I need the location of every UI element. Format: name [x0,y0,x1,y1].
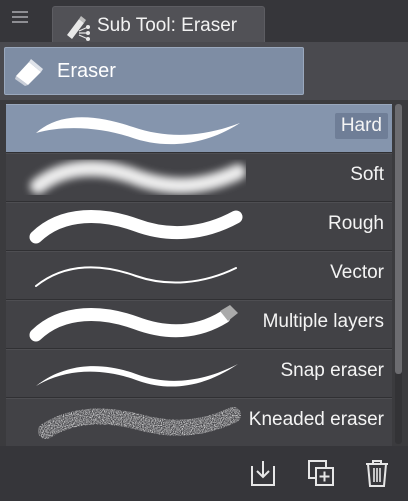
sub-tool-item-vector[interactable]: Vector [6,251,392,300]
list-scrollbar[interactable] [395,104,402,444]
stroke-preview-hard [36,117,240,145]
sub-tool-label: Vector [330,262,384,283]
panel-header: Sub Tool: Eraser [0,0,408,43]
duplicate-icon[interactable] [306,458,336,488]
sub-tool-label: Rough [328,213,384,234]
sub-tool-label: Soft [350,164,384,185]
sub-tool-label: Hard [334,113,388,139]
tab-title: Sub Tool: Eraser [97,15,238,36]
sub-tool-item-multiple-layers[interactable]: Multiple layers [6,300,392,349]
sub-tool-list: Hard Soft Rough Vector Multiple layers S… [0,100,408,446]
eraser-icon [15,59,43,86]
sub-tool-item-snap-eraser[interactable]: Snap eraser [6,349,392,398]
stroke-preview-multiple-layers [29,305,238,342]
tab-sub-tool[interactable]: Sub Tool: Eraser [52,6,265,43]
stroke-preview-soft [30,160,246,194]
panel-footer [0,446,408,501]
sub-tool-label: Snap eraser [280,360,384,381]
menu-icon[interactable] [12,10,28,24]
sub-tool-item-soft[interactable]: Soft [6,153,392,202]
delete-icon[interactable] [362,458,392,488]
sub-tool-item-kneaded-eraser[interactable]: Kneaded eraser [6,398,392,446]
tool-group-bar: Eraser [0,42,408,100]
sub-tool-label: Kneaded eraser [248,409,384,430]
stroke-preview-kneaded-eraser [38,407,241,439]
group-label: Eraser [57,60,116,82]
stroke-preview-rough [29,210,243,244]
sub-tool-label: Multiple layers [262,311,384,332]
eraser-group-button[interactable]: Eraser [4,47,304,95]
scrollbar-thumb[interactable] [395,104,402,374]
stroke-preview-vector [35,266,237,287]
import-icon[interactable] [248,458,278,488]
sub-tool-item-rough[interactable]: Rough [6,202,392,251]
stroke-preview-snap-eraser [36,364,238,387]
sub-tool-item-hard[interactable]: Hard [6,104,392,153]
eraser-subtool-icon [67,16,90,41]
